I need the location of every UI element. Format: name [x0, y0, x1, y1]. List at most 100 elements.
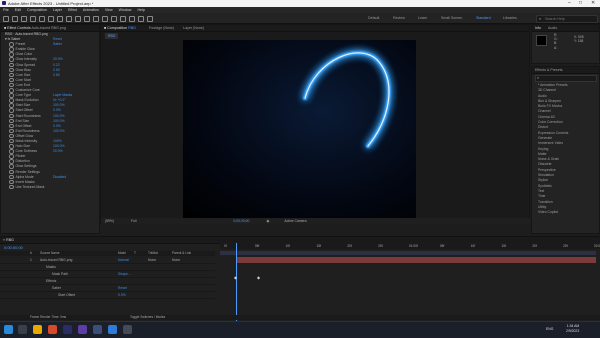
time-ruler[interactable]: 0f 05f 10f 15f 20f 25f 01:00f 05f 10f 15f 20f 25f 02…	[220, 243, 600, 249]
after-effects-taskbar-icon[interactable]	[63, 325, 72, 334]
stopwatch-icon[interactable]	[9, 144, 14, 149]
brush-tool-icon[interactable]	[111, 16, 117, 22]
puppet-pin-icon[interactable]	[147, 16, 153, 22]
composition-canvas[interactable]	[183, 40, 416, 218]
stopwatch-icon[interactable]	[9, 128, 14, 134]
stopwatch-icon[interactable]	[9, 133, 14, 139]
language-indicator[interactable]: ENG	[546, 327, 553, 331]
roto-brush-icon[interactable]	[138, 16, 144, 22]
timeline-layer-row[interactable]: Saber Reset	[0, 285, 215, 292]
stopwatch-icon[interactable]	[9, 93, 14, 98]
stopwatch-icon[interactable]	[9, 67, 14, 73]
layer-mode[interactable]: Shape...	[118, 271, 131, 277]
workspace-review[interactable]: Review	[393, 16, 405, 20]
layer-name[interactable]: Start Offset	[58, 292, 75, 298]
stopwatch-icon[interactable]	[9, 42, 14, 47]
stopwatch-icon[interactable]	[9, 164, 14, 169]
stopwatch-icon[interactable]	[9, 154, 14, 159]
effects-category-item[interactable]: Video Copilot	[532, 210, 600, 215]
toggle-switches-modes[interactable]: Toggle Switches / Modes	[130, 315, 165, 320]
rectangle-tool-icon[interactable]	[84, 16, 90, 22]
stopwatch-icon[interactable]	[9, 98, 14, 103]
stopwatch-icon[interactable]	[9, 103, 14, 108]
layer-mode[interactable]: Normal	[118, 257, 129, 263]
menu-view[interactable]: View	[105, 8, 113, 12]
pan-behind-tool-icon[interactable]	[75, 16, 81, 22]
stopwatch-icon[interactable]	[9, 184, 14, 190]
stopwatch-icon[interactable]	[9, 118, 14, 124]
timeline-layer-row[interactable]: Start Offset 0.0%	[0, 292, 215, 299]
maximize-icon[interactable]: □	[579, 0, 582, 6]
workspace-small-screen[interactable]: Small Screen	[441, 16, 462, 20]
info-tab[interactable]: Info	[535, 26, 541, 30]
selection-tool-icon[interactable]	[12, 16, 18, 22]
keyframe-icon[interactable]: ◆	[257, 275, 260, 280]
timeline-timecode[interactable]: 0;00;00;00	[4, 245, 23, 250]
menu-window[interactable]: Window	[119, 8, 132, 12]
timeline-layer-row[interactable]: Mask Path Shape...	[0, 271, 215, 278]
stopwatch-icon[interactable]	[9, 77, 14, 83]
minimize-icon[interactable]: –	[568, 0, 571, 6]
workspace-libraries[interactable]: Libraries	[503, 16, 517, 20]
layer-tab[interactable]: Layer (None)	[183, 26, 204, 30]
search-help-input[interactable]: ⌕ Search Help	[536, 15, 598, 23]
stopwatch-icon[interactable]	[9, 57, 14, 62]
stopwatch-icon[interactable]	[9, 179, 14, 185]
stopwatch-icon[interactable]	[9, 72, 14, 78]
type-tool-icon[interactable]	[102, 16, 108, 22]
layer-mode[interactable]: Reset	[118, 285, 127, 291]
dolly-tool-icon[interactable]	[57, 16, 63, 22]
app-icon[interactable]	[108, 325, 117, 334]
clock[interactable]: 1:34 AM 2/9/2023	[566, 324, 579, 334]
menu-animation[interactable]: Animation	[83, 8, 99, 12]
premiere-taskbar-icon[interactable]	[78, 325, 87, 334]
active-camera-dropdown[interactable]: Active Camera	[284, 219, 306, 223]
app-icon[interactable]	[48, 325, 57, 334]
stopwatch-icon[interactable]	[9, 159, 14, 164]
orbit-tool-icon[interactable]	[39, 16, 45, 22]
stopwatch-icon[interactable]	[9, 123, 14, 129]
workspace-learn[interactable]: Learn	[418, 16, 427, 20]
file-explorer-icon[interactable]	[33, 325, 42, 334]
menu-help[interactable]: Help	[137, 8, 144, 12]
rotate-tool-icon[interactable]	[66, 16, 72, 22]
work-area-bar[interactable]	[220, 251, 596, 255]
layer-parent[interactable]: None	[172, 257, 180, 263]
stopwatch-icon[interactable]	[9, 169, 14, 175]
windows-start-icon[interactable]	[4, 325, 13, 334]
hand-tool-icon[interactable]	[21, 16, 27, 22]
stopwatch-icon[interactable]	[9, 52, 14, 57]
audio-tab[interactable]: Audio	[548, 26, 557, 30]
effect-controls-tab[interactable]: ■ Effect Controls Auto-traced RBG.png	[1, 25, 99, 32]
effect-property-row[interactable]: Use Textured Mask	[1, 184, 99, 190]
pan-tool-icon[interactable]	[48, 16, 54, 22]
camera-icon[interactable]: ◉	[266, 219, 269, 223]
timeline-comp-tab[interactable]: RBG	[6, 238, 14, 242]
pen-tool-icon[interactable]	[93, 16, 99, 22]
comp-breadcrumb[interactable]: RBG	[105, 33, 119, 39]
menu-effect[interactable]: Effect	[68, 8, 77, 12]
stopwatch-icon[interactable]	[9, 82, 14, 88]
effects-presets-tab[interactable]: Effects & Presets	[532, 67, 599, 74]
layer-name[interactable]: Effects	[46, 278, 56, 284]
zoom-tool-icon[interactable]	[30, 16, 36, 22]
effects-search-input[interactable]: ⌕	[535, 75, 597, 82]
home-icon[interactable]	[3, 16, 9, 22]
footage-tab[interactable]: Footage (None)	[149, 26, 174, 30]
stopwatch-icon[interactable]	[9, 174, 14, 180]
stopwatch-icon[interactable]	[9, 138, 14, 144]
stopwatch-icon[interactable]	[9, 47, 14, 52]
menu-layer[interactable]: Layer	[53, 8, 62, 12]
menu-edit[interactable]: Edit	[15, 8, 21, 12]
composition-tab[interactable]: ■ Composition RBG	[104, 26, 136, 30]
search-icon[interactable]	[18, 325, 27, 334]
close-icon[interactable]: ✕	[591, 0, 595, 6]
stopwatch-icon[interactable]	[9, 88, 14, 93]
layer-trkmat[interactable]: None	[148, 257, 156, 263]
layer-mode[interactable]: 0.0%	[118, 292, 126, 298]
layer-name[interactable]: Auto-traced RBG.png	[40, 257, 72, 263]
timeline-layer-row[interactable]: 1 Auto-traced RBG.png Normal None None	[0, 257, 215, 264]
timeline-layer-row[interactable]: Effects	[0, 278, 215, 285]
eraser-tool-icon[interactable]	[129, 16, 135, 22]
layer-name[interactable]: Saber	[52, 285, 61, 291]
